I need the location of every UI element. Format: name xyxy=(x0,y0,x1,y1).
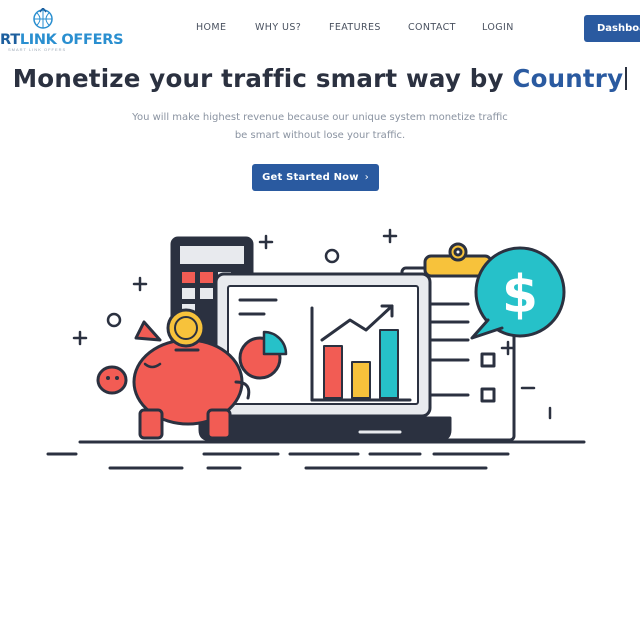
logo-globe-icon xyxy=(33,8,53,29)
hero-illustration: $ xyxy=(46,228,586,470)
nav-home[interactable]: HOME xyxy=(196,22,226,33)
logo-wordmark: RTLINK OFFERS xyxy=(0,32,124,48)
hero-subtitle-line2: be smart without lose your traffic. xyxy=(234,130,406,141)
get-started-label: Get Started Now xyxy=(262,172,359,183)
ground-lines xyxy=(46,440,586,470)
dashboard-button[interactable]: Dashboard xyxy=(584,15,640,42)
top-navbar: RTLINK OFFERS SMART LINK OFFERS HOME WHY… xyxy=(0,0,640,54)
hero-headline: Monetize your traffic smart way by Count… xyxy=(0,64,640,93)
hero-subtitle-line1: You will make highest revenue because ou… xyxy=(132,112,508,123)
brand-logo[interactable]: RTLINK OFFERS SMART LINK OFFERS xyxy=(0,6,130,52)
nav-features[interactable]: FEATURES xyxy=(329,22,381,33)
nav-why-us[interactable]: WHY US? xyxy=(255,22,301,33)
laptop-icon xyxy=(198,272,452,442)
logo-wordmark-part2: LINK OFFERS xyxy=(19,32,124,48)
headline-text: Monetize your traffic smart way by xyxy=(12,64,504,93)
dollar-sign: $ xyxy=(502,265,538,325)
logo-tagline: SMART LINK OFFERS xyxy=(8,47,67,52)
nav-contact[interactable]: CONTACT xyxy=(408,22,456,33)
typing-caret xyxy=(625,67,628,90)
get-started-button[interactable]: Get Started Now › xyxy=(252,164,379,191)
logo-wordmark-part1: RT xyxy=(0,32,20,48)
headline-highlight: Country xyxy=(512,64,624,93)
chevron-right-icon: › xyxy=(364,172,369,183)
coin-icon xyxy=(166,308,206,348)
nav-login[interactable]: LOGIN xyxy=(482,22,514,33)
